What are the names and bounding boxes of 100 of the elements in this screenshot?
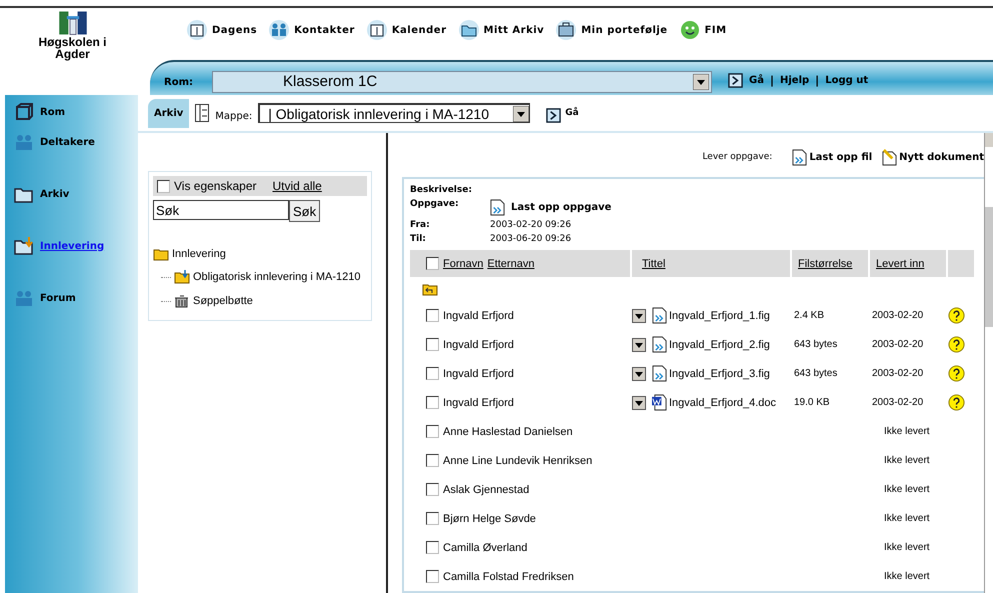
question-mark-icon[interactable] (948, 394, 965, 411)
column-header[interactable]: Etternavn (487, 258, 534, 270)
row-checkbox[interactable] (426, 309, 439, 322)
column-header[interactable]: Levert inn (876, 258, 924, 270)
student-name: Anne Haslestad Danielsen (443, 426, 573, 438)
student-name: Camilla Folstad Fredriksen (443, 570, 574, 582)
document-icon (792, 148, 808, 166)
field-value: 2003-06-20 09:26 (490, 234, 572, 244)
delivery-status: 2003-02-20 (872, 339, 924, 350)
upload-task-link[interactable]: Last opp oppgave (490, 199, 984, 216)
student-name: Anne Line Lundevik Henriksen (443, 454, 592, 466)
sidebar-item[interactable]: Deltakere (5, 129, 138, 155)
row-checkbox[interactable] (426, 512, 439, 525)
sidebar-item[interactable]: Forum (5, 285, 138, 311)
column-header[interactable]: Tittel (642, 258, 666, 270)
nav-link[interactable]: Mitt Arkiv (458, 20, 544, 40)
scrollbar-thumb[interactable] (985, 207, 993, 327)
collapse-icon[interactable] (195, 104, 210, 122)
nav-link[interactable]: Min portefølje (556, 20, 668, 40)
nav-link[interactable]: FIM (680, 20, 727, 40)
file-link[interactable]: Ingvald_Erfjord_3.fig (669, 368, 770, 380)
file-link[interactable]: Ingvald_Erfjord_1.fig (669, 310, 770, 322)
delivery-status: Ikke levert (884, 542, 930, 553)
field-value: 2003-02-20 09:26 (490, 220, 572, 230)
word-document-icon (652, 394, 667, 411)
select-all-checkbox[interactable] (426, 257, 439, 270)
separator: | (770, 74, 774, 87)
document-icon (490, 199, 505, 216)
file-size: 643 bytes (794, 339, 838, 350)
field-label: Fra: (410, 220, 431, 230)
sidebar-item[interactable]: Innlevering (5, 233, 138, 259)
student-name: Ingvald Erfjord (443, 396, 514, 408)
nav-link[interactable]: Kontakter (269, 20, 355, 40)
scrollbar[interactable] (984, 133, 993, 593)
separator: | (815, 74, 820, 87)
folder-dropdown[interactable]: | Obligatorisk innlevering i MA-1210 (258, 103, 530, 123)
folder-arrow-icon (13, 235, 35, 257)
expand-all-link[interactable]: Utvid alle (272, 179, 322, 193)
folder-up-icon[interactable] (422, 282, 438, 296)
column-header[interactable]: Filstørrelse (798, 258, 852, 270)
tree-item[interactable]: Innlevering (172, 248, 226, 260)
document-icon (652, 336, 667, 353)
question-mark-icon[interactable] (948, 336, 965, 353)
sidebar-item[interactable]: Arkiv (5, 181, 138, 207)
cube-icon (13, 101, 35, 123)
column-header[interactable]: Fornavn (443, 258, 484, 270)
archive-tab[interactable]: Arkiv (148, 98, 190, 128)
row-checkbox[interactable] (426, 338, 439, 351)
delivery-status: Ikke levert (884, 426, 930, 437)
go-link[interactable]: Gå (749, 75, 764, 86)
checkbox[interactable] (157, 180, 170, 192)
nav-link[interactable]: Kalender (366, 20, 447, 40)
submit-action-link[interactable]: Nytt dokument (882, 148, 984, 166)
briefcase-icon (556, 20, 576, 40)
question-mark-icon[interactable] (948, 365, 965, 382)
dropdown-arrow-icon (513, 106, 530, 122)
file-size: 19.0 KB (794, 397, 830, 408)
submit-label: Lever oppgave: (702, 152, 772, 162)
room-dropdown[interactable]: Klasserom 1C (212, 70, 712, 92)
file-size: 2.4 KB (794, 310, 824, 321)
field-label: Til: (410, 234, 427, 244)
pencil-document-icon (882, 148, 898, 166)
file-link[interactable]: Ingvald_Erfjord_2.fig (669, 338, 770, 350)
dropdown-arrow-icon (693, 74, 709, 90)
trash-can-icon (174, 294, 190, 308)
student-name: Ingvald Erfjord (443, 368, 514, 380)
file-link[interactable]: Ingvald_Erfjord_4.doc (669, 396, 776, 408)
checkbox-label: Vis egenskaper (174, 179, 256, 193)
field-label: Oppgave: (410, 199, 460, 211)
delivery-status: 2003-02-20 (872, 397, 924, 408)
tree-item[interactable]: Obligatorisk innlevering i MA-1210 (193, 271, 361, 283)
file-size: 643 bytes (794, 368, 838, 379)
row-checkbox[interactable] (426, 425, 439, 438)
row-checkbox[interactable] (426, 454, 439, 467)
field-label: Beskrivelse: (410, 185, 473, 195)
sidebar-item[interactable]: Rom (5, 99, 138, 125)
document-icon (652, 365, 667, 382)
row-checkbox[interactable] (426, 396, 439, 409)
row-checkbox[interactable] (426, 483, 439, 496)
folder-label: Mappe: (215, 110, 252, 122)
student-name: Aslak Gjennestad (443, 484, 530, 496)
go-link[interactable]: Gå (565, 108, 579, 118)
header-link[interactable]: Hjelp (780, 75, 810, 86)
calendar-icon (366, 20, 387, 40)
calendar-icon (187, 20, 207, 40)
submit-action-link[interactable]: Last opp fil (792, 148, 872, 166)
student-name: Ingvald Erfjord (443, 310, 514, 322)
delivery-status: Ikke levert (884, 455, 930, 466)
row-checkbox[interactable] (426, 541, 439, 554)
tree-item[interactable]: Søppelbøtte (193, 295, 253, 307)
row-checkbox[interactable] (426, 367, 439, 380)
question-mark-icon[interactable] (948, 307, 965, 324)
room-label: Rom: (164, 77, 194, 88)
row-checkbox[interactable] (426, 570, 439, 583)
search-button[interactable]: Søk (289, 200, 320, 222)
delivery-status: Ikke levert (884, 513, 930, 524)
people-icon (269, 20, 290, 40)
nav-link[interactable]: Dagens (187, 20, 258, 40)
search-field[interactable]: Søk (153, 200, 289, 220)
header-link[interactable]: Logg ut (825, 75, 868, 86)
